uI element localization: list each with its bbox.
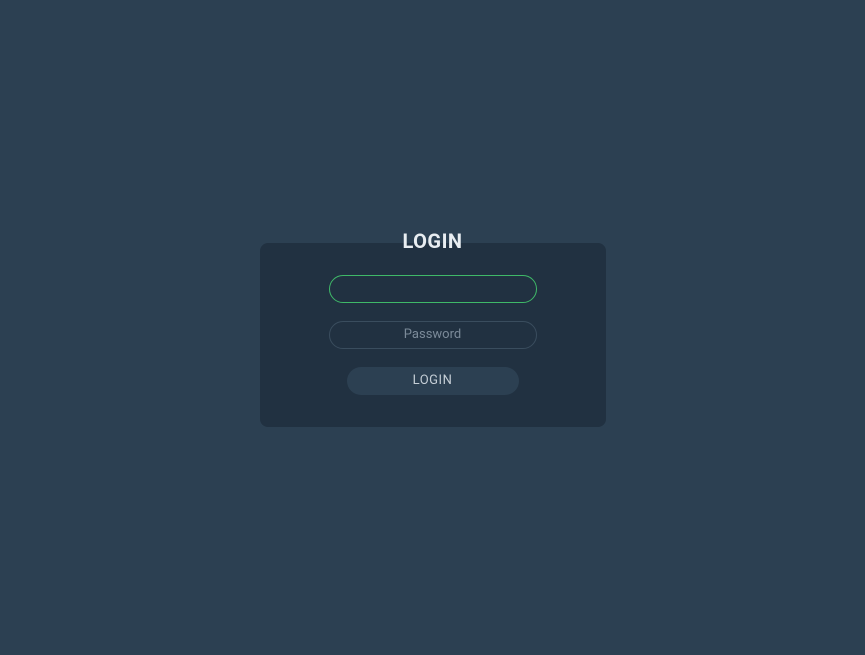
login-card: LOGIN <box>260 243 606 427</box>
login-title: LOGIN <box>402 229 462 253</box>
login-button[interactable]: LOGIN <box>347 367 519 395</box>
username-input[interactable] <box>329 275 537 303</box>
login-container: LOGIN LOGIN <box>260 229 606 427</box>
password-input[interactable] <box>329 321 537 349</box>
